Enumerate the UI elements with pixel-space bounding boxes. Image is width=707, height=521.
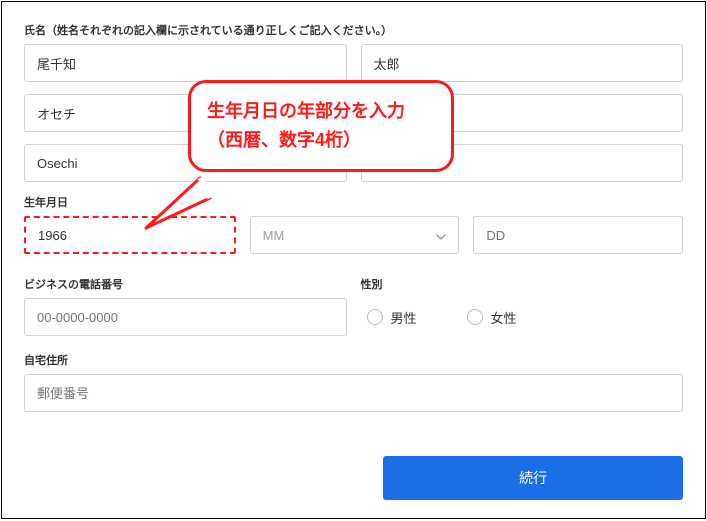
postal-code-input[interactable] xyxy=(24,374,683,412)
dob-label: 生年月日 xyxy=(24,194,683,210)
continue-button[interactable]: 続行 xyxy=(383,456,683,500)
instruction-callout: 生年月日の年部分を入力 （西暦、数字4桁） xyxy=(188,80,454,172)
home-address-label: 自宅住所 xyxy=(24,352,683,368)
chevron-down-icon xyxy=(436,230,446,240)
gender-male-label: 男性 xyxy=(391,308,417,327)
gender-female-radio[interactable]: 女性 xyxy=(467,308,517,327)
first-name-kanji-input[interactable] xyxy=(361,44,684,82)
dob-month-select[interactable]: MM xyxy=(250,216,460,254)
radio-icon xyxy=(367,309,383,325)
name-section-label: 氏名（姓名それぞれの記入欄に示されている通り正しくご記入ください。） xyxy=(24,22,683,38)
gender-male-radio[interactable]: 男性 xyxy=(367,308,417,327)
dob-month-placeholder: MM xyxy=(263,228,285,243)
gender-female-label: 女性 xyxy=(491,308,517,327)
dob-day-input[interactable] xyxy=(473,216,683,254)
business-phone-label: ビジネスの電話番号 xyxy=(24,276,347,292)
continue-button-label: 続行 xyxy=(519,468,547,488)
business-phone-input[interactable] xyxy=(24,298,347,336)
callout-line1: 生年月日の年部分を入力 xyxy=(207,97,435,126)
radio-icon xyxy=(467,309,483,325)
callout-tail-icon xyxy=(138,170,228,240)
last-name-kanji-input[interactable] xyxy=(24,44,347,82)
callout-line2: （西暦、数字4桁） xyxy=(207,126,435,155)
gender-label: 性別 xyxy=(361,276,684,292)
